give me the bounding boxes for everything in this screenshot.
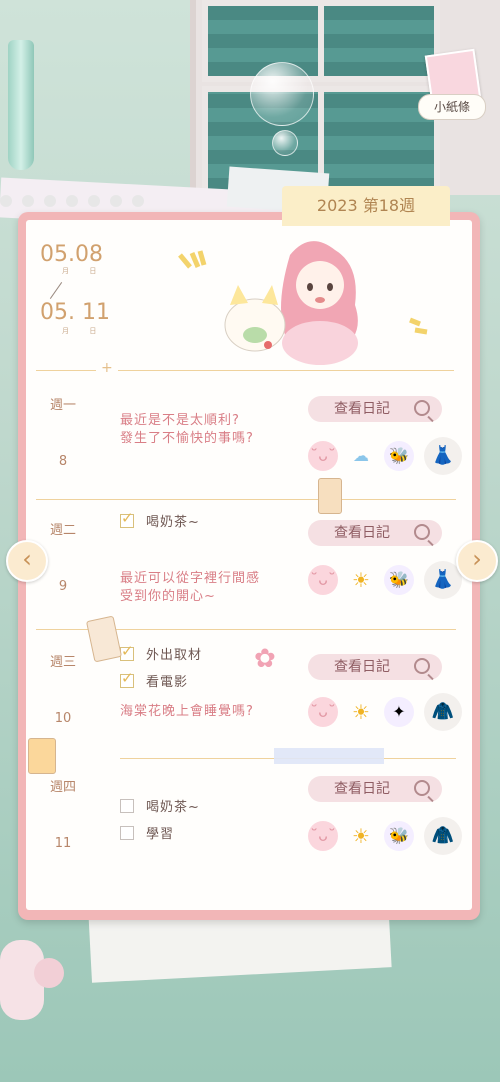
day-number: 10 [54,711,72,726]
washi-tape-decoration [274,748,384,764]
view-diary-button[interactable]: 查看日記 [308,520,442,546]
bee-charm-icon[interactable]: 🐝 [384,821,414,851]
milk-tea-sticker-icon [318,478,342,514]
cloud-icon[interactable]: ☁ [346,441,376,471]
view-diary-label: 查看日記 [334,659,390,675]
day-char: 日 [89,267,97,275]
note-button[interactable]: 小紙條 [418,48,486,120]
day-char: 日 [89,327,97,335]
divider [36,370,96,371]
note-line: 受到你的開心~ [120,589,216,604]
view-diary-label: 查看日記 [334,401,390,417]
start-date-units: 月 日 [62,266,96,276]
todo-text: 喝奶茶~ [146,515,200,530]
todo-text: 看電影 [146,675,189,690]
view-diary-button[interactable]: 查看日記 [308,654,442,680]
divider [36,499,456,500]
todo-text: 喝奶茶~ [146,800,200,815]
outfit-jacket-icon[interactable]: 🧥 [424,817,462,855]
divider-plus: + [101,360,113,376]
mood-face-icon[interactable]: ˘ᴗ˘ [308,441,338,471]
checkbox-checked[interactable] [120,509,135,528]
search-icon [414,524,430,540]
day-number: 11 [54,836,72,851]
sun-icon[interactable]: ☀ [346,697,376,727]
outfit-dress-icon[interactable]: 👗 [424,437,462,475]
end-date: 05. 11 [40,300,110,325]
diary-note: 最近可以從字裡行間感 受到你的開心~ [120,570,260,606]
start-month: 05 [40,242,68,267]
end-date-units: 月 日 [62,326,96,336]
diary-note: 最近是不是太順利? 發生了不愉快的事嗎? [120,412,254,448]
sun-icon[interactable]: ☀ [346,565,376,595]
bubble-decoration [272,130,298,156]
bubble-decoration [250,62,314,126]
note-button-label: 小紙條 [418,94,486,120]
diary-note: 海棠花晚上會睡覺嗎? [120,703,254,721]
day-label: 週一 [49,398,76,413]
day-label: 週三 [49,655,76,670]
week-tab: 2023 第18週 [282,186,450,226]
month-char: 月 [62,267,69,275]
todo-item[interactable]: 看電影 [120,669,189,690]
tassel-decoration [8,40,34,170]
note-line: 最近是不是太順利? [120,413,240,428]
checkbox-checked[interactable] [120,669,135,688]
mood-face-icon[interactable]: ˘ᴗ˘ [308,697,338,727]
bee-charm-icon[interactable]: 🐝 [384,441,414,471]
view-diary-button[interactable]: 查看日記 [308,396,442,422]
sun-icon[interactable]: ☀ [346,821,376,851]
todo-text: 外出取材 [146,648,203,663]
divider [118,370,454,371]
checkbox-unchecked[interactable] [120,799,134,813]
search-icon [414,780,430,796]
binder-rings [0,192,154,211]
flower-sticker-icon: ✿ [254,644,276,674]
day-number: 9 [58,579,68,594]
day-label: 週四 [49,780,76,795]
note-line: 發生了不愉快的事嗎? [120,431,254,446]
day-label: 週二 [49,523,76,538]
todo-text: 學習 [146,827,175,842]
note-line: 海棠花晚上會睡覺嗎? [120,704,254,719]
view-diary-button[interactable]: 查看日記 [308,776,442,802]
juice-sticker-icon [28,738,56,774]
note-line: 最近可以從字裡行間感 [120,571,261,586]
view-diary-label: 查看日記 [334,525,390,541]
mood-face-icon[interactable]: ˘ᴗ˘ [308,565,338,595]
prev-week-button[interactable]: ‹ [6,540,48,582]
todo-item[interactable]: 喝奶茶~ [120,509,200,530]
bee-charm-icon[interactable]: 🐝 [384,565,414,595]
end-day: 11 [82,300,110,325]
start-date: 05.08 [40,242,103,267]
todo-item[interactable]: 外出取材 [120,642,203,663]
todo-item[interactable]: 學習 [120,823,174,842]
bell-decoration [34,958,64,988]
next-week-button[interactable]: › [456,540,498,582]
checkbox-unchecked[interactable] [120,826,134,840]
search-icon [414,658,430,674]
start-day: 08 [75,242,103,267]
todo-item[interactable]: 喝奶茶~ [120,796,200,815]
view-diary-label: 查看日記 [334,781,390,797]
end-month: 05 [40,300,68,325]
charm-icon[interactable]: ✦ [384,697,414,727]
mood-face-icon[interactable]: ˘ᴗ˘ [308,821,338,851]
month-char: 月 [62,327,69,335]
girl-cat-illustration [178,241,428,365]
day-number: 8 [58,454,68,469]
search-icon [414,400,430,416]
checkbox-checked[interactable] [120,642,135,661]
outfit-icon[interactable]: 🧥 [424,693,462,731]
